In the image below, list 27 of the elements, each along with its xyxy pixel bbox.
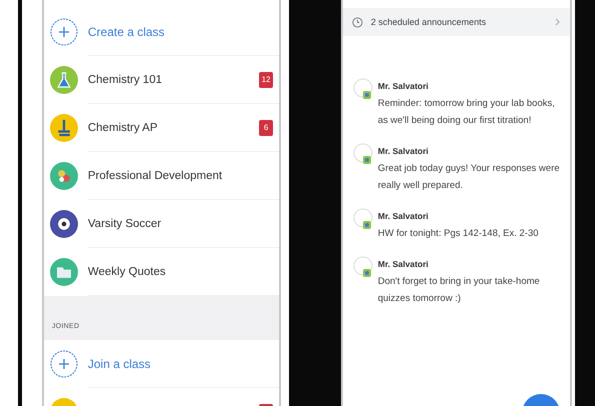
user-avatar-icon [352,208,375,232]
class-name[interactable]: Professional Development [88,170,222,182]
class-name[interactable]: Weekly Quotes [88,266,166,278]
plus-circle-icon[interactable] [50,18,78,46]
join-class-link[interactable]: Join a class [88,356,151,370]
chevron-right-icon [555,18,560,26]
user-avatar-icon [352,143,375,167]
scheduled-announcements-bar[interactable]: 2 scheduled announcements [342,8,570,36]
user-avatar-icon [352,78,375,102]
announcement-text: Great job today guys! Your responses were really well prepared. [378,162,561,193]
plus-circle-icon[interactable] [50,350,78,378]
author-name: Mr. Salvatori [378,81,430,91]
create-class-link[interactable]: Create a class [88,24,165,38]
announcement-text: Don't forget to bring in your take-home quizzes tomorrow :) [378,275,541,306]
author-name: Mr. Salvatori [378,259,430,269]
class-name[interactable]: Chemistry 101 [88,74,162,86]
class-name[interactable]: Varsity Soccer [88,218,162,230]
author-name: Mr. Salvatori [378,146,430,156]
announcement-text: HW for tonight: Pgs 142-148, Ex. 2-30 [378,227,538,241]
author-name: Mr. Salvatori [378,211,430,221]
announcement-text: Reminder: tomorrow bring your lab books, as we'll being doing our first titration! [378,97,556,128]
user-avatar-icon [352,256,375,280]
clock-icon [352,16,363,28]
notification-badge: 6 [259,120,274,136]
notification-badge: 12 [259,72,274,88]
scheduled-count: 2 scheduled announcements [370,17,487,27]
class-name[interactable]: Chemistry AP [88,122,158,134]
